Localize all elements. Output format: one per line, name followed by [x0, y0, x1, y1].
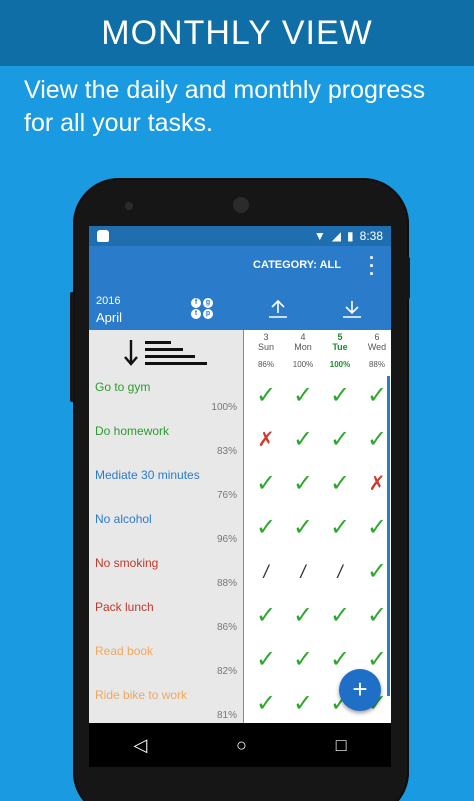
- task-percent: 76%: [216, 490, 237, 501]
- category-selector[interactable]: CATEGORY: ALL: [253, 259, 341, 271]
- download-icon[interactable]: [341, 298, 363, 320]
- task-name[interactable]: Ride bike to work: [95, 688, 187, 702]
- day-percent: 88%: [368, 360, 385, 369]
- task-percent: 81%: [216, 710, 237, 721]
- top-banner: MONTHLY VIEW: [0, 0, 474, 66]
- skip-icon[interactable]: /: [285, 560, 321, 584]
- check-icon[interactable]: ✓: [248, 472, 284, 496]
- check-icon[interactable]: ✓: [322, 428, 358, 452]
- day-percent: 100%: [292, 360, 314, 369]
- battery-icon: ▮: [347, 229, 354, 243]
- check-icon[interactable]: ✓: [285, 516, 321, 540]
- wifi-icon: ▼: [313, 229, 326, 243]
- skip-icon[interactable]: /: [322, 560, 358, 584]
- home-icon[interactable]: ○: [236, 735, 247, 756]
- social-icons: f g t p: [191, 298, 215, 319]
- task-name[interactable]: Do homework: [95, 424, 169, 438]
- overflow-menu-icon[interactable]: · · ·: [367, 249, 377, 283]
- phone-side-button: [70, 292, 74, 402]
- promo-subtitle: View the daily and monthly progress for …: [24, 74, 464, 140]
- task-name[interactable]: No alcohol: [95, 512, 152, 526]
- facebook-icon[interactable]: f: [191, 298, 201, 308]
- status-time: 8:38: [359, 229, 383, 243]
- pinterest-icon[interactable]: p: [203, 309, 213, 319]
- day-number: 4: [300, 332, 306, 342]
- check-icon[interactable]: ✓: [322, 604, 358, 628]
- check-icon[interactable]: ✓: [322, 472, 358, 496]
- phone-camera: [233, 197, 249, 213]
- column-divider: [243, 330, 244, 723]
- phone-power-button: [406, 257, 410, 299]
- check-icon[interactable]: ✓: [322, 384, 358, 408]
- task-percent: 88%: [216, 578, 237, 589]
- day-header: 3 Sun: [248, 332, 284, 352]
- task-percent: 82%: [216, 666, 237, 677]
- task-name[interactable]: Go to gym: [95, 380, 150, 394]
- app-screen: ▼ ◢ ▮ 8:38 CATEGORY: ALL · · · 2016 April …: [89, 226, 391, 723]
- nav-bar: ◁ ○ □: [89, 723, 391, 767]
- add-task-button[interactable]: +: [339, 669, 381, 711]
- status-bar: ▼ ◢ ▮ 8:38: [89, 226, 391, 246]
- sort-icon[interactable]: [123, 338, 209, 368]
- back-icon[interactable]: ◁: [133, 735, 147, 756]
- twitter-icon[interactable]: t: [191, 309, 201, 319]
- task-name[interactable]: No smoking: [95, 556, 158, 570]
- phone-sensor: [125, 202, 133, 210]
- day-number: 5: [337, 332, 343, 342]
- check-icon[interactable]: ✓: [285, 428, 321, 452]
- check-icon[interactable]: ✓: [285, 384, 321, 408]
- task-percent: 100%: [211, 402, 237, 413]
- day-percent: 86%: [257, 360, 274, 369]
- recents-icon[interactable]: □: [336, 735, 347, 756]
- subtitle-line-1: View the daily and monthly progress: [24, 76, 426, 104]
- check-icon[interactable]: ✓: [248, 516, 284, 540]
- signal-icon: ◢: [331, 229, 342, 243]
- day-percent: 100%: [329, 360, 351, 369]
- cross-icon[interactable]: ✗: [248, 428, 284, 452]
- task-name[interactable]: Read book: [95, 644, 153, 658]
- year-label: 2016: [96, 295, 121, 307]
- check-icon[interactable]: ✓: [285, 604, 321, 628]
- task-percent: 83%: [216, 446, 237, 457]
- skip-icon[interactable]: /: [248, 560, 284, 584]
- task-name[interactable]: Pack lunch: [95, 600, 154, 614]
- check-icon[interactable]: ✓: [285, 648, 321, 672]
- subtitle-line-2: for all your tasks.: [24, 109, 213, 137]
- check-icon[interactable]: ✓: [285, 692, 321, 716]
- day-name: Tue: [332, 342, 348, 352]
- month-label[interactable]: April: [96, 310, 122, 325]
- day-header: 5 Tue: [322, 332, 358, 352]
- day-number: 3: [263, 332, 269, 342]
- day-name: Mon: [294, 342, 312, 352]
- scrollbar[interactable]: [387, 376, 390, 696]
- day-number: 6: [374, 332, 380, 342]
- task-percent: 96%: [216, 534, 237, 545]
- day-header: 4 Mon: [285, 332, 321, 352]
- app-bar: CATEGORY: ALL · · ·: [89, 246, 391, 286]
- check-icon[interactable]: ✓: [248, 692, 284, 716]
- day-name: Wed: [367, 342, 387, 352]
- check-icon[interactable]: ✓: [322, 648, 358, 672]
- check-icon[interactable]: ✓: [322, 516, 358, 540]
- check-icon[interactable]: ✓: [248, 604, 284, 628]
- check-icon[interactable]: ✓: [285, 472, 321, 496]
- banner-title: MONTHLY VIEW: [101, 13, 373, 52]
- task-name[interactable]: Mediate 30 minutes: [95, 468, 200, 482]
- google-plus-icon[interactable]: g: [203, 298, 213, 308]
- upload-icon[interactable]: [267, 298, 289, 320]
- task-percent: 86%: [216, 622, 237, 633]
- day-header: 6 Wed: [359, 332, 391, 352]
- date-header: 2016 April f g t p: [89, 286, 391, 330]
- day-name: Sun: [257, 342, 274, 352]
- android-notification-icon: [97, 230, 109, 242]
- check-icon[interactable]: ✓: [248, 648, 284, 672]
- check-icon[interactable]: ✓: [248, 384, 284, 408]
